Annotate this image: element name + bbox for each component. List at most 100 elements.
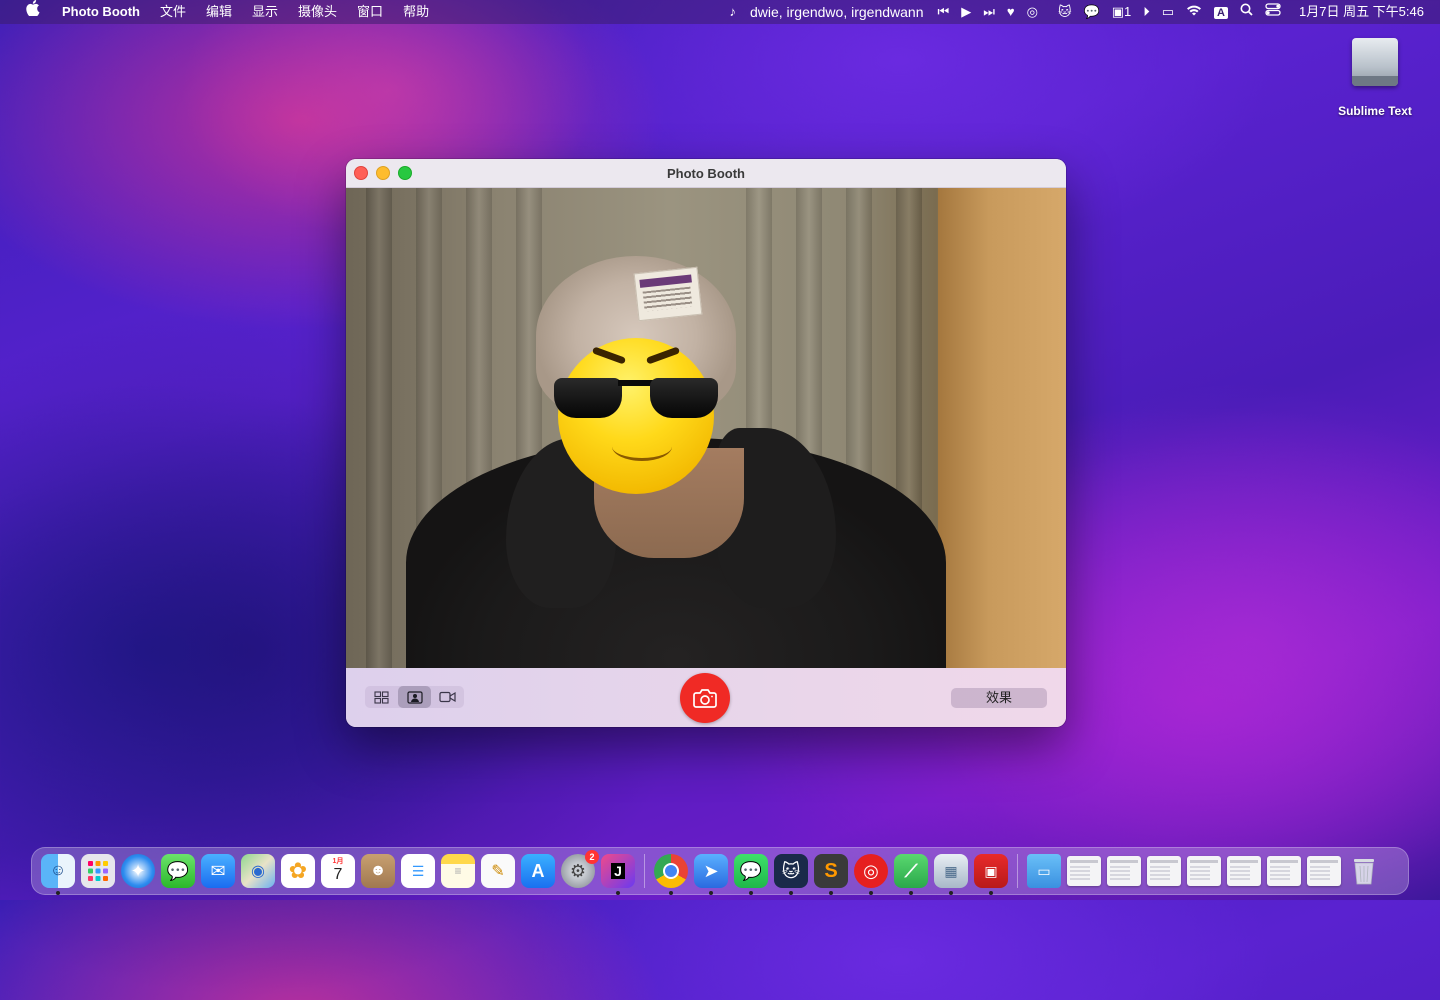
dock-minimized-window-3[interactable] [1147,856,1181,886]
dock-app-store[interactable]: A [521,854,555,888]
input-method-label: A [1214,6,1228,19]
dock-safari[interactable]: ✦ [121,854,155,888]
dock-preview[interactable]: ▦ [934,854,968,895]
cat-icon[interactable]: 🐱 [1044,0,1078,24]
calendar-day: 7 [333,866,343,883]
zoom-window-button[interactable] [398,166,412,180]
dock-separator [644,854,645,888]
dock-sublime-text[interactable]: S [814,854,848,895]
input-method-icon[interactable]: A [1208,0,1234,25]
dock-minimized-window-2[interactable] [1107,856,1141,886]
control-center-icon[interactable] [1259,0,1287,24]
previous-track-icon[interactable]: ⏮ [932,0,956,24]
drive-label: Sublime Text [1338,104,1412,118]
checklist-icon: ☰ [411,862,425,879]
dock-calendar[interactable]: 1月 7 [321,854,355,888]
spotlight-search-icon[interactable] [1234,0,1259,24]
chrome-icon [663,863,679,879]
dock-textedit[interactable]: ✎ [481,854,515,888]
take-photo-button[interactable] [680,673,730,723]
netease-music-icon[interactable]: ◎ [1021,0,1044,24]
person-icon: ☻ [369,862,387,879]
close-window-button[interactable] [354,166,368,180]
title-bar[interactable]: Photo Booth [346,159,1066,188]
window-title: Photo Booth [667,165,745,181]
dock-wechat[interactable]: 💬 [734,854,768,895]
music-app-icon[interactable]: ♪ [723,0,742,24]
note-icon: ≡ [454,864,462,878]
wechat-icon[interactable]: 💬 [1078,0,1106,24]
mode-selector [365,686,464,708]
desktop-drive-sublime-text[interactable]: Sublime Text [1330,36,1420,118]
four-photos-mode-button[interactable] [365,686,398,708]
play-icon[interactable]: ▶ [955,0,977,24]
dock-chrome[interactable] [654,854,688,895]
door-background [938,188,1066,668]
settings-badge: 2 [585,850,599,864]
now-playing-title[interactable]: dwie, irgendwo, irgendwann [742,0,932,24]
dock-netease-music[interactable]: ◎ [854,854,888,895]
dock-minimized-window-6[interactable] [1267,856,1301,886]
dock-maps[interactable]: ◉ [241,854,275,888]
battery-icon[interactable]: ▭ [1156,0,1180,24]
dock-contacts[interactable]: ☻ [361,854,395,888]
compass-icon: ✦ [130,860,146,881]
weibo-count: 1 [1124,4,1132,19]
menu-camera[interactable]: 摄像头 [288,0,347,24]
cat-dock-icon: 🐱 [781,860,801,881]
dock-jetbrains[interactable]: J [601,854,635,895]
dock-cat-app[interactable]: 🐱 [774,854,808,895]
heart-icon[interactable]: ♥ [1001,0,1021,24]
dock-minimized-window-4[interactable] [1187,856,1221,886]
wechat-dock-icon: 💬 [739,860,763,881]
menu-view[interactable]: 显示 [242,0,288,24]
dock-reminders[interactable]: ☰ [401,854,435,888]
dock-feishu[interactable]: ➤ [694,854,728,895]
menu-help[interactable]: 帮助 [393,0,439,24]
dock-mail[interactable]: ✉ [201,854,235,888]
dock-launchpad[interactable] [81,854,115,888]
wifi-icon[interactable] [1180,0,1208,24]
media-play-icon[interactable]: ⏵ [1137,0,1156,24]
menu-window[interactable]: 窗口 [347,0,393,24]
dock-minimized-window-1[interactable] [1067,856,1101,886]
menu-edit[interactable]: 编辑 [196,0,242,24]
dock-downloads-folder[interactable]: ▭ [1027,854,1061,888]
menu-clock[interactable]: 1月7日 周五 下午5:46 [1287,0,1430,24]
map-icon: ◉ [251,863,265,880]
flower-icon: ✿ [288,858,308,883]
dock: ☺ ✦ 💬 ✉ ◉ ✿ 1月 7 ☻ ☰ ≡ ✎ A ⚙ 2 J ➤ 💬 🐱 S … [31,847,1409,895]
dock-photo-booth[interactable]: ▣ [974,854,1008,895]
trash-icon [1354,859,1374,885]
menu-app-name[interactable]: Photo Booth [52,0,150,24]
beanie-tag [633,266,703,322]
dock-photos[interactable]: ✿ [281,854,315,888]
dock-minimized-window-5[interactable] [1227,856,1261,886]
sublime-icon: S [824,859,838,882]
menu-file[interactable]: 文件 [150,0,196,24]
leaf-icon: ⟋ [904,860,918,881]
dock-notes[interactable]: ≡ [441,854,475,888]
finder-icon: ☺ [49,862,67,879]
next-track-icon[interactable]: ⏭ [977,0,1001,24]
menu-bar: Photo Booth 文件 编辑 显示 摄像头 窗口 帮助 ♪ dwie, i… [0,0,1440,24]
dock-green-app[interactable]: ⟋ [894,854,928,895]
ide-icon: J [611,863,625,879]
dock-trash[interactable] [1347,854,1381,888]
effects-button[interactable]: 效果 [951,688,1047,708]
single-photo-mode-button[interactable] [398,686,431,708]
photo-booth-toolbar: 效果 [346,668,1066,727]
apple-menu-icon[interactable] [16,0,52,24]
photo-booth-icon: ▣ [984,862,998,879]
dock-minimized-window-7[interactable] [1307,856,1341,886]
dock-finder[interactable]: ☺ [41,854,75,895]
camera-preview [346,188,1066,668]
pen-icon: ✎ [491,863,505,880]
weibo-icon[interactable]: ▣1 [1106,0,1138,24]
portrait-photo-icon [406,690,423,704]
grid-icon [374,690,389,704]
video-mode-button[interactable] [431,686,464,708]
minimize-window-button[interactable] [376,166,390,180]
dock-messages[interactable]: 💬 [161,854,195,888]
dock-system-preferences[interactable]: ⚙ 2 [561,850,599,888]
